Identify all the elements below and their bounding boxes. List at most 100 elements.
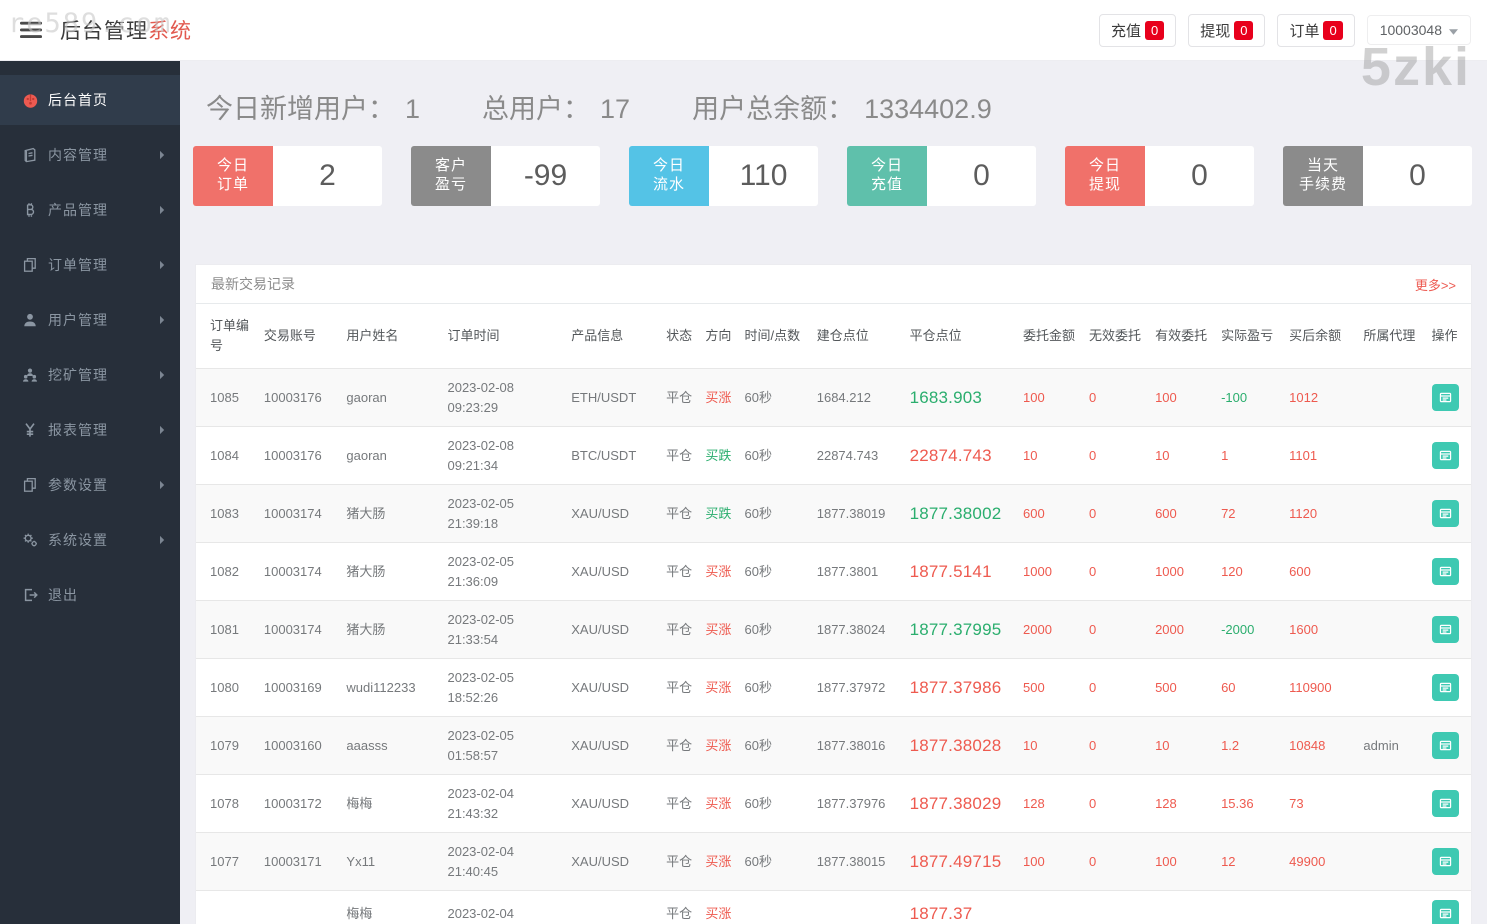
user-id: 10003048 [1379, 22, 1442, 38]
cell-amount: 500 [1023, 680, 1045, 696]
cell-close: 1877.37986 [909, 678, 1002, 698]
cell-amount: 10 [1023, 738, 1038, 754]
more-link[interactable]: 更多>> [1415, 275, 1456, 294]
stat-value: 1334402.9 [864, 94, 992, 124]
cell-status: 平仓 [666, 390, 693, 406]
cell-account: 10003176 [263, 448, 322, 464]
card-value: 0 [927, 146, 1036, 206]
cell-valid [1149, 891, 1215, 924]
cell-id: 1078 [210, 796, 239, 812]
cell-id: 1084 [210, 448, 239, 464]
sidebar-item-system[interactable]: 系统设置 [0, 515, 180, 565]
cell-balance: 1012 [1289, 390, 1319, 406]
row-detail-button[interactable] [1431, 442, 1459, 470]
cell-invalid: 0 [1089, 390, 1097, 406]
sidebar-item-order[interactable]: 订单管理 [0, 240, 180, 290]
sidebar-item-params[interactable]: 参数设置 [0, 460, 180, 510]
stat-card-today-withdraw: 今日 提现 0 [1065, 146, 1254, 206]
cell-invalid: 0 [1089, 506, 1097, 522]
panel-title: 最新交易记录 [211, 276, 295, 292]
recharge-button[interactable]: 充值 0 [1098, 13, 1177, 47]
cell-operation [1426, 427, 1472, 485]
sidebar-item-product[interactable]: 产品管理 [0, 185, 180, 235]
cell-agent [1357, 369, 1425, 427]
cell-direction: 买涨 [705, 854, 732, 870]
sidebar-item-content[interactable]: 内容管理 [0, 130, 180, 180]
column-header-11: 无效委托 [1089, 328, 1142, 344]
cell-time: 2023-02-05 21:36:09 [447, 554, 514, 589]
column-header-15: 所属代理 [1363, 328, 1416, 344]
sidebar-item-mining[interactable]: 挖矿管理 [0, 350, 180, 400]
cell-profit: 120 [1221, 564, 1243, 580]
latest-trades-panel: 最新交易记录 更多>> 订单编号 交易账号 用户姓名 订单时间 产品信息 状态 方向 时间/点… [195, 264, 1472, 924]
cell-product: XAU/USD [571, 564, 630, 580]
chevron-right-icon [159, 425, 166, 435]
cell-valid: 100 [1155, 390, 1177, 406]
row-detail-button[interactable] [1431, 616, 1459, 644]
cell-id [196, 891, 258, 924]
overview-stats: 今日新增用户： 1 总用户： 17 用户总余额： 1334402.9 [206, 87, 1487, 126]
cell-id: 1077 [210, 854, 239, 870]
row-detail-button[interactable] [1431, 500, 1459, 528]
column-header-9: 平仓点位 [909, 328, 962, 344]
cell-status: 平仓 [666, 680, 693, 696]
sidebar-item-report[interactable]: 报表管理 [0, 405, 180, 455]
cell-amount [1017, 891, 1083, 924]
cell-close: 1877.38028 [909, 736, 1002, 756]
orders-button[interactable]: 订单 0 [1277, 13, 1355, 47]
row-detail-button[interactable] [1431, 900, 1459, 924]
cell-period [739, 891, 811, 924]
cell-operation [1426, 891, 1472, 924]
cell-status: 平仓 [666, 906, 693, 922]
cell-time: 2023-02-05 21:39:18 [447, 496, 514, 531]
gear-icon [22, 532, 48, 548]
cell-invalid: 0 [1089, 854, 1097, 870]
yen-icon [22, 422, 48, 438]
sidebar-item-label: 挖矿管理 [48, 367, 108, 383]
row-detail-button[interactable] [1431, 674, 1459, 702]
cell-direction: 买涨 [705, 390, 732, 406]
sidebar: 后台首页 内容管理 产品管理 订单管理 用户管理挖矿管理报表管理 参数设置 系统设置 退出 [0, 61, 180, 924]
column-header-10: 委托金额 [1023, 328, 1076, 344]
card-value: 110 [709, 146, 818, 206]
table-row: 1080 10003169 wudi112233 2023-02-05 18:52:2… [196, 659, 1471, 717]
cell-direction: 买涨 [705, 622, 732, 638]
cell-close: 1877.38002 [909, 504, 1002, 524]
cell-balance: 1600 [1289, 622, 1319, 638]
sidebar-item-user[interactable]: 用户管理 [0, 295, 180, 345]
cell-valid: 128 [1155, 796, 1177, 812]
card-label: 今日 流水 [629, 146, 709, 206]
cell-time: 2023-02-04 21:43:32 [447, 786, 514, 821]
cell-balance: 1120 [1289, 506, 1318, 522]
cell-profit: 60 [1221, 680, 1236, 696]
column-header-3: 订单时间 [447, 328, 500, 344]
row-detail-button[interactable] [1431, 384, 1459, 412]
card-value: -99 [491, 146, 600, 206]
cell-direction: 买涨 [705, 796, 732, 812]
hamburger-menu-icon[interactable] [16, 15, 46, 45]
logout-icon [22, 587, 48, 603]
cell-close: 1877.49715 [909, 852, 1002, 872]
cell-status: 平仓 [666, 622, 693, 638]
pages-icon [22, 257, 48, 273]
cell-open: 22874.743 [816, 448, 879, 464]
row-detail-button[interactable] [1431, 732, 1459, 760]
withdraw-button[interactable]: 提现 0 [1188, 13, 1266, 47]
row-detail-button[interactable] [1431, 558, 1459, 586]
stat-label: 总用户： [482, 94, 591, 124]
column-header-7: 时间/点数 [744, 328, 801, 344]
cell-invalid: 0 [1089, 796, 1097, 812]
column-header-13: 实际盈亏 [1221, 328, 1274, 344]
user-dropdown[interactable]: 10003048 [1366, 15, 1471, 45]
stat-card-client-pnl: 客户 盈亏 -99 [411, 146, 600, 206]
cell-product: XAU/USD [571, 506, 630, 522]
cell-profit: 72 [1221, 506, 1236, 522]
sidebar-item-home[interactable]: 后台首页 [0, 75, 180, 125]
cell-balance: 73 [1289, 796, 1304, 812]
card-label: 今日 充值 [847, 146, 927, 206]
row-detail-button[interactable] [1431, 848, 1459, 876]
row-detail-button[interactable] [1431, 790, 1459, 818]
sidebar-item-logout[interactable]: 退出 [0, 570, 180, 620]
cell-valid: 600 [1155, 506, 1177, 522]
cell-id: 1081 [210, 622, 239, 638]
